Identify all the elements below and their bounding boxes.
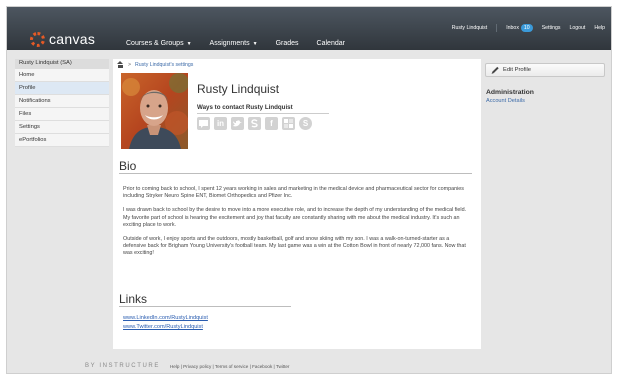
bio-heading: Bio [119, 159, 137, 173]
footer-links[interactable]: Help | Privacy policy | Terms of service… [170, 364, 290, 369]
footer: BY INSTRUCTURE Help | Privacy policy | T… [85, 363, 289, 369]
link-linkedin[interactable]: www.LinkedIn.com/RustyLindquist [123, 315, 208, 321]
left-sidebar: Rusty Lindquist (SA) Home Profile Notifi… [15, 59, 109, 147]
account-details-link[interactable]: Account Details [485, 98, 605, 104]
breadcrumb: > Rusty Lindquist's settings [117, 61, 193, 68]
link-twitter[interactable]: www.Twitter.com/RustyLindquist [123, 324, 203, 330]
edit-profile-button[interactable]: Edit Profile [485, 63, 605, 77]
nav-label: Courses & Groups [126, 40, 184, 47]
skype-alt-icon[interactable]: S [299, 117, 312, 130]
skype-icon[interactable] [248, 117, 261, 130]
sidebar-item-home[interactable]: Home [15, 69, 109, 82]
help-link[interactable]: Help [594, 25, 605, 31]
nav-label: Grades [275, 40, 299, 47]
browser-frame: canvas Courses & Groups ▼ Assignments ▼ … [6, 6, 612, 374]
nav-grades[interactable]: Grades [267, 40, 308, 47]
home-icon[interactable] [117, 61, 124, 68]
linkedin-icon[interactable]: in [214, 117, 227, 130]
profile-photo[interactable] [121, 73, 188, 149]
profile-photo-image [121, 73, 188, 149]
sidebar-item-notifications[interactable]: Notifications [15, 95, 109, 108]
chat-icon[interactable] [197, 117, 210, 130]
header-spacer [7, 50, 611, 59]
inbox-count-badge: 10 [520, 24, 533, 32]
main-nav: Courses & Groups ▼ Assignments ▼ Grades … [117, 40, 354, 47]
edit-profile-label: Edit Profile [503, 67, 532, 73]
ways-to-contact-heading: Ways to contact Rusty Lindquist [197, 104, 293, 111]
nav-calendar[interactable]: Calendar [308, 40, 354, 47]
caret-down-icon: ▼ [252, 40, 258, 47]
delicious-icon[interactable] [282, 117, 295, 130]
nav-label: Assignments [209, 40, 250, 47]
sidebar-item-settings[interactable]: Settings [15, 121, 109, 134]
inbox-link[interactable]: Inbox 10 [506, 24, 533, 32]
bio-paragraph: Prior to coming back to school, I spent … [123, 186, 464, 200]
divider [119, 173, 472, 174]
canvas-logo[interactable]: canvas [30, 31, 95, 47]
contact-icons: in f S [197, 117, 312, 130]
pencil-icon [492, 66, 499, 74]
divider [119, 306, 291, 307]
divider [496, 24, 498, 32]
right-panel: Edit Profile Administration Account Deta… [485, 63, 605, 104]
nav-courses-groups[interactable]: Courses & Groups ▼ [117, 40, 201, 47]
breadcrumb-current[interactable]: Rusty Lindquist's settings [135, 62, 193, 68]
nav-label: Calendar [316, 40, 345, 47]
instructure-brand[interactable]: BY INSTRUCTURE [85, 363, 160, 369]
bio-paragraph: I was drawn back to school by the desire… [123, 207, 467, 228]
logo-text: canvas [49, 31, 96, 47]
twitter-icon[interactable] [231, 117, 244, 130]
main-content: > Rusty Lindquist's settings Rusty Lindq… [113, 59, 481, 349]
settings-link[interactable]: Settings [542, 25, 561, 31]
caret-down-icon: ▼ [186, 40, 192, 47]
administration-heading: Administration [486, 89, 534, 96]
inbox-label: Inbox [506, 25, 519, 31]
logout-link[interactable]: Logout [569, 25, 585, 31]
bio-text: Prior to coming back to school, I spent … [123, 186, 471, 265]
facebook-icon[interactable]: f [265, 117, 278, 130]
links-heading: Links [119, 292, 148, 306]
user-name-link[interactable]: Rusty Lindquist [452, 25, 487, 31]
breadcrumb-separator: > [128, 61, 132, 68]
profile-name: Rusty Lindquist [197, 82, 280, 96]
sidebar-title: Rusty Lindquist (SA) [15, 59, 109, 69]
nav-assignments[interactable]: Assignments ▼ [201, 40, 267, 47]
bio-paragraph: Outside of work, I enjoy sports and the … [123, 236, 466, 257]
sidebar-item-profile[interactable]: Profile [15, 82, 109, 95]
sidebar-item-eportfolios[interactable]: ePortfolios [15, 134, 109, 147]
divider [197, 113, 329, 114]
sidebar-item-files[interactable]: Files [15, 108, 109, 121]
utility-nav: Rusty Lindquist Inbox 10 Settings Logout… [452, 24, 605, 32]
canvas-logo-icon [30, 31, 45, 47]
global-header: canvas Courses & Groups ▼ Assignments ▼ … [7, 7, 611, 50]
